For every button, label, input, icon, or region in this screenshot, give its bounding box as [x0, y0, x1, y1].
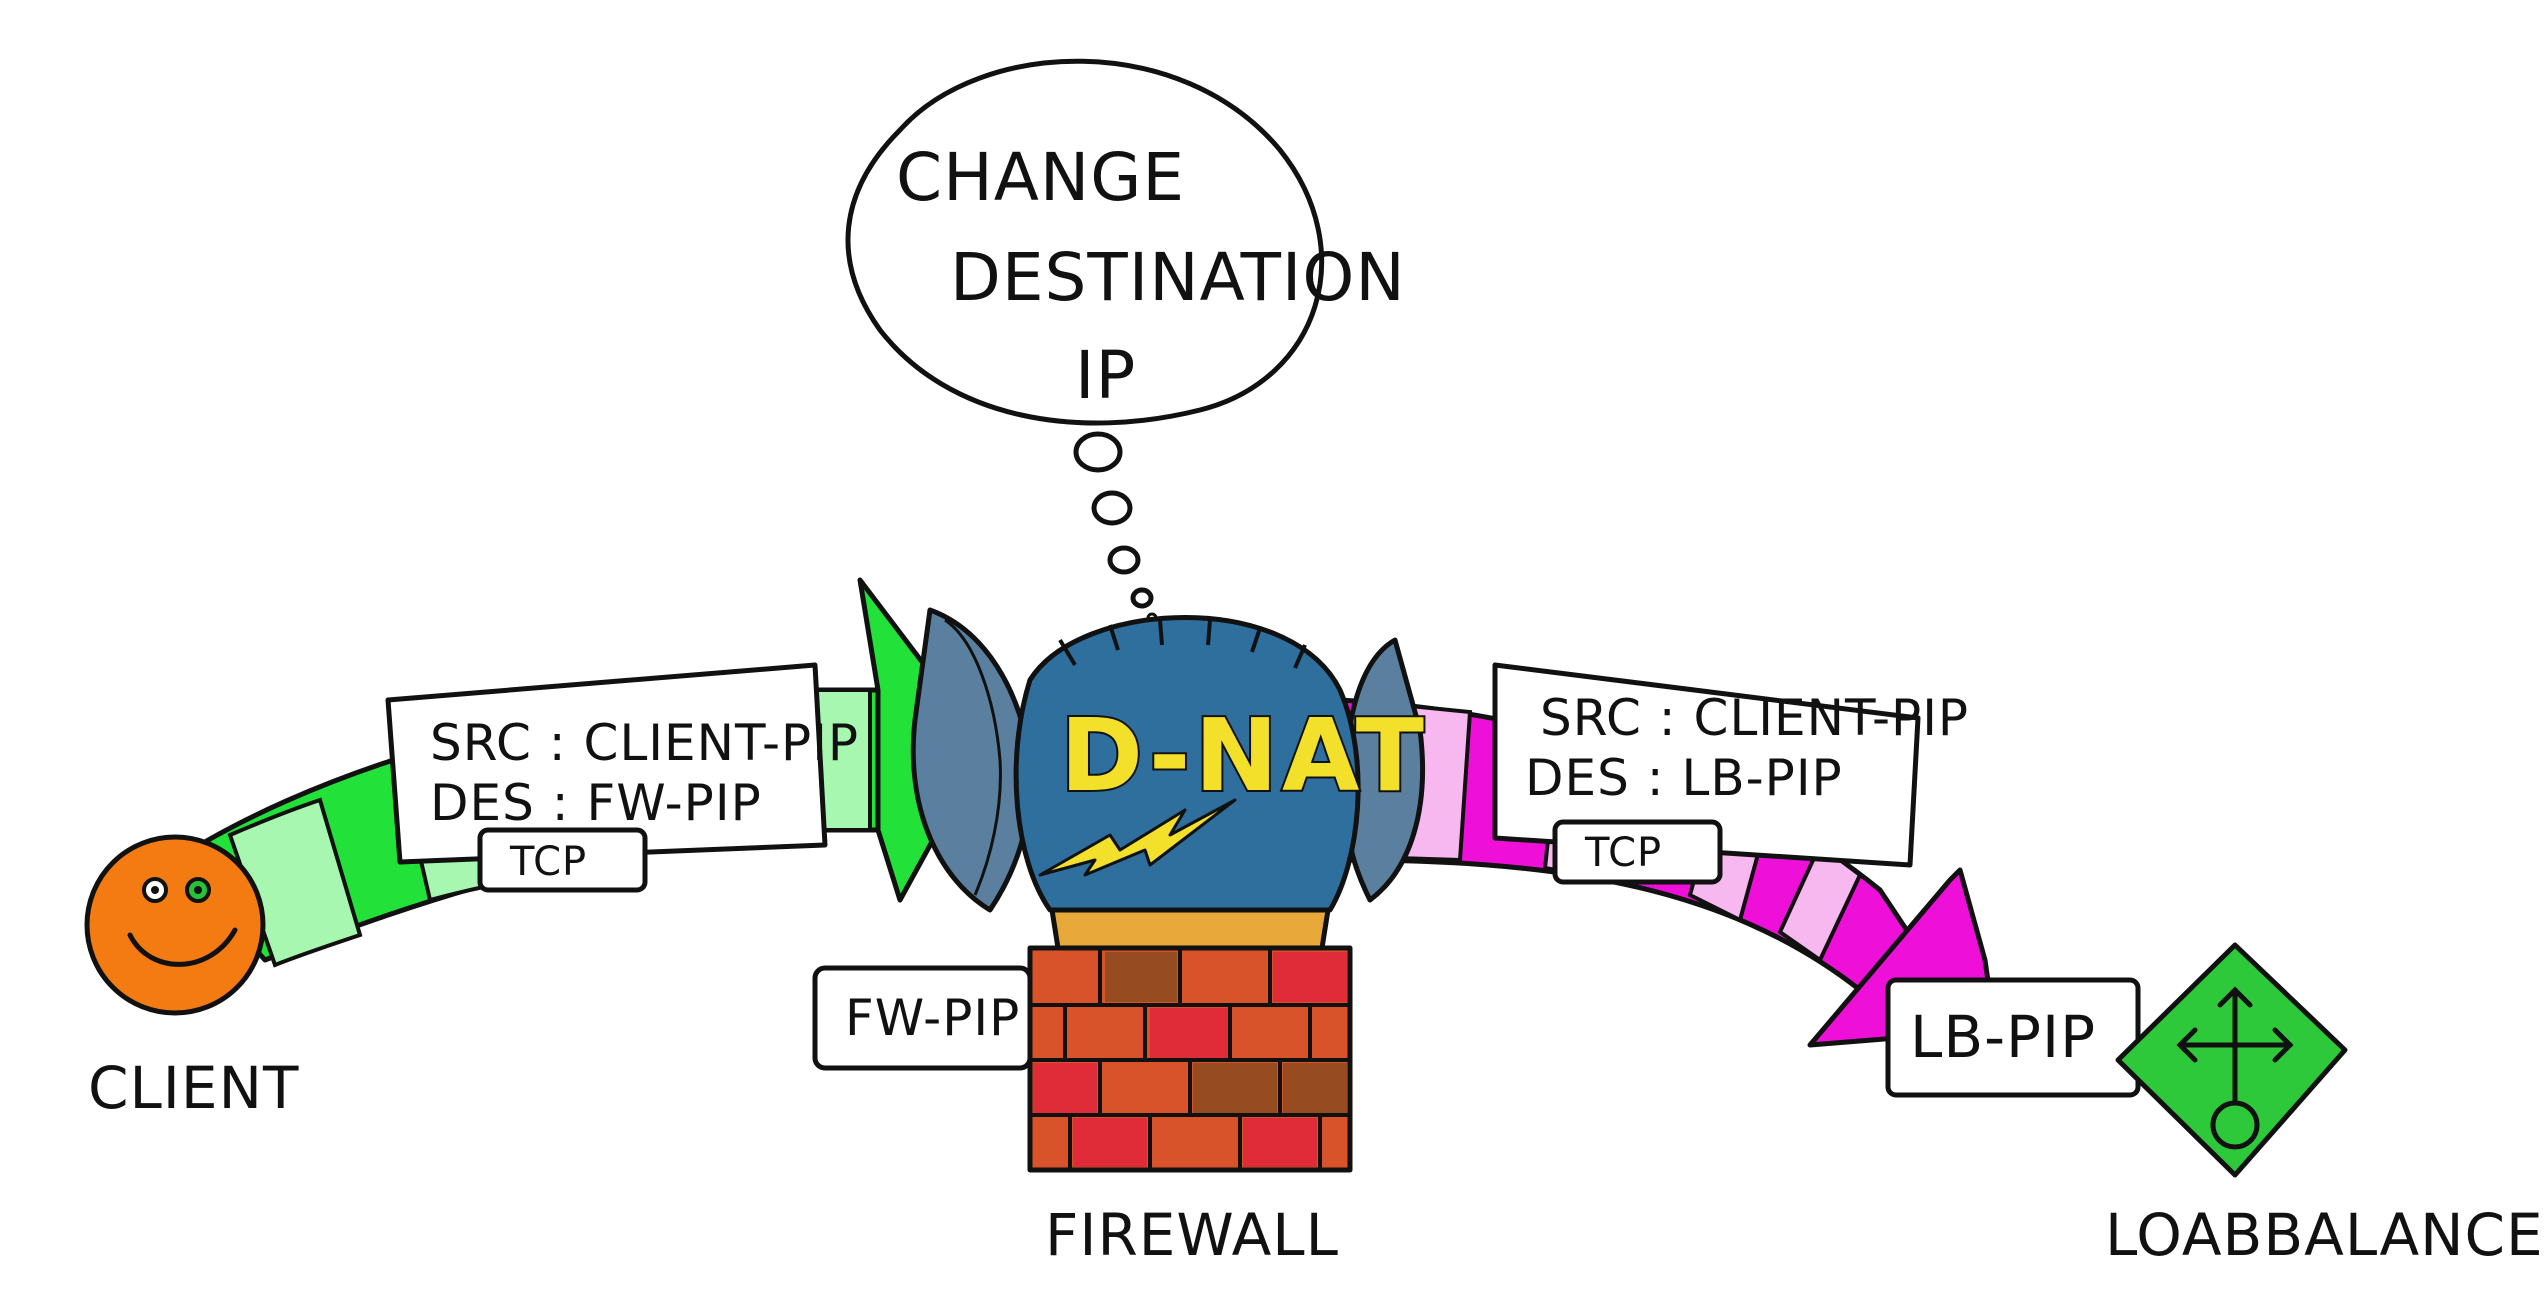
packet-out-card: SRC : CLIENT-PIP DES : LB-PIP TCP [1492, 662, 1969, 885]
firewall: D-NAT FIREWALL [910, 607, 1428, 1269]
packet-out-src: SRC : CLIENT-PIP [1540, 689, 1969, 747]
packet-out-protocol: TCP [1584, 830, 1662, 876]
bubble-line-3: IP [1075, 337, 1136, 414]
lb-pip-tag: LB-PIP [1885, 977, 2141, 1098]
dnat-diagram: CHANGE DESTINATION IP D-NAT FIREWALL FW-… [84, 58, 2544, 1269]
lb-pip-text: LB-PIP [1910, 1003, 2096, 1071]
loadbalancer-label: LOABBALANCER [2105, 1201, 2544, 1269]
packet-in-des: DES : FW-PIP [430, 774, 762, 832]
thought-bubble: CHANGE DESTINATION IP [845, 58, 1406, 624]
loadbalancer: LB-PIP LOABBALANCER [1885, 942, 2544, 1269]
packet-in-src: SRC : CLIENT-PIP [430, 714, 859, 772]
bubble-line-2: DESTINATION [950, 239, 1406, 316]
fw-pip-tag: FW-PIP [812, 965, 1033, 1071]
fw-pip-text: FW-PIP [845, 989, 1020, 1047]
dnat-badge: D-NAT [1060, 697, 1428, 814]
bubble-line-1: CHANGE [896, 139, 1185, 216]
client-label: CLIENT [88, 1054, 299, 1122]
packet-in-card: SRC : CLIENT-PIP DES : FW-PIP TCP [385, 662, 859, 893]
packet-out-des: DES : LB-PIP [1525, 749, 1843, 807]
packet-in-protocol: TCP [509, 839, 587, 885]
firewall-label: FIREWALL [1045, 1201, 1339, 1269]
